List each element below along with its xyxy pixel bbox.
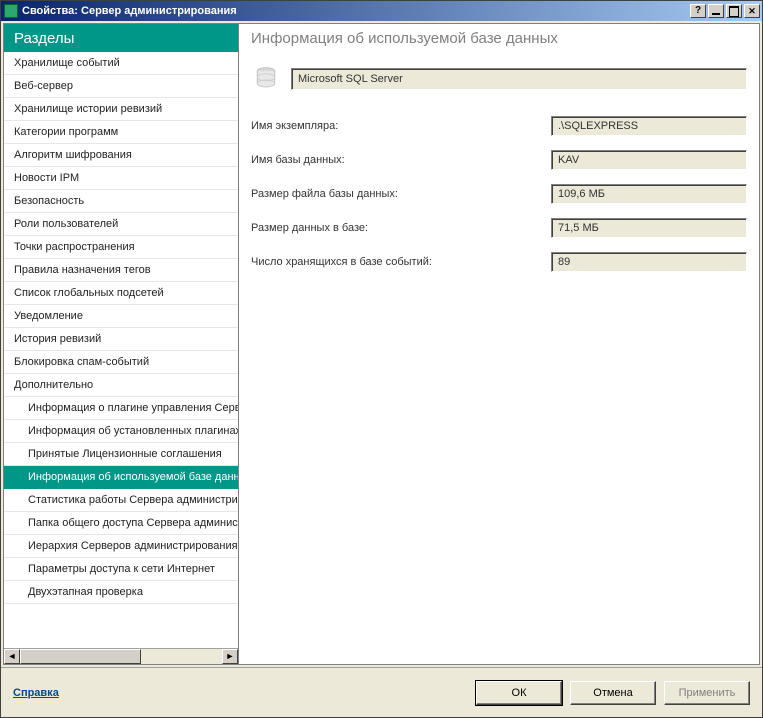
sidebar-item[interactable]: Статистика работы Сервера администрирова…	[4, 489, 238, 512]
ok-button[interactable]: ОК	[476, 681, 562, 705]
sidebar-item[interactable]: Список глобальных подсетей	[4, 282, 238, 305]
properties-window: Свойства: Сервер администрирования Разде…	[0, 0, 763, 718]
sidebar-item[interactable]: Принятые Лицензионные соглашения	[4, 443, 238, 466]
field-label: Размер файла базы данных:	[251, 188, 551, 200]
sidebar-item[interactable]: Безопасность	[4, 190, 238, 213]
apply-button[interactable]: Применить	[664, 681, 750, 705]
sidebar-item[interactable]: Точки распространения	[4, 236, 238, 259]
sidebar-item[interactable]: Уведомление	[4, 305, 238, 328]
field-value: 89	[551, 252, 747, 272]
sidebar-list: Хранилище событийВеб-серверХранилище ист…	[4, 52, 238, 664]
field-row: Размер файла базы данных:109,6 МБ	[251, 184, 747, 204]
field-value: KAV	[551, 150, 747, 170]
sidebar-item[interactable]: История ревизий	[4, 328, 238, 351]
sidebar-item[interactable]: Информация об установленных плагинах упр…	[4, 420, 238, 443]
minimize-button[interactable]	[708, 4, 724, 18]
window-title: Свойства: Сервер администрирования	[22, 5, 690, 17]
main-panel: Информация об используемой базе данных M…	[239, 24, 759, 664]
sidebar-item[interactable]: Информация о плагине управления Сервером	[4, 397, 238, 420]
fields-area: Имя экземпляра:.\SQLEXPRESS Имя базы данн…	[239, 110, 759, 278]
help-link[interactable]: Справка	[13, 687, 59, 699]
body-area: Разделы Хранилище событийВеб-серверХрани…	[3, 23, 760, 665]
sidebar-item[interactable]: Блокировка спам-событий	[4, 351, 238, 374]
sidebar-header: Разделы	[4, 24, 238, 52]
sidebar: Разделы Хранилище событийВеб-серверХрани…	[4, 24, 239, 664]
help-button[interactable]	[690, 4, 706, 18]
sidebar-item[interactable]: Информация об используемой базе данных	[4, 466, 238, 489]
sidebar-item[interactable]: Хранилище событий	[4, 52, 238, 75]
scroll-left-icon[interactable]: ◄	[4, 649, 20, 664]
app-icon	[4, 4, 18, 18]
sidebar-item[interactable]: Веб-сервер	[4, 75, 238, 98]
field-value: 109,6 МБ	[551, 184, 747, 204]
close-button[interactable]	[744, 4, 760, 18]
sidebar-item[interactable]: Иерархия Серверов администрирования	[4, 535, 238, 558]
main-header: Информация об используемой базе данных	[239, 24, 759, 52]
sidebar-item[interactable]: Двухэтапная проверка	[4, 581, 238, 604]
sidebar-hscrollbar[interactable]: ◄ ►	[4, 648, 238, 664]
field-label: Размер данных в базе:	[251, 222, 551, 234]
field-row: Число хранящихся в базе событий:89	[251, 252, 747, 272]
sidebar-item[interactable]: Папка общего доступа Сервера администрир…	[4, 512, 238, 535]
footer: Справка ОК Отмена Применить	[1, 667, 762, 717]
database-icon	[251, 64, 281, 94]
db-type-row: Microsoft SQL Server	[239, 52, 759, 110]
field-row: Имя экземпляра:.\SQLEXPRESS	[251, 116, 747, 136]
sidebar-item[interactable]: Категории программ	[4, 121, 238, 144]
sidebar-item[interactable]: Правила назначения тегов	[4, 259, 238, 282]
scroll-right-icon[interactable]: ►	[222, 649, 238, 664]
field-row: Имя базы данных:KAV	[251, 150, 747, 170]
sidebar-item[interactable]: Алгоритм шифрования	[4, 144, 238, 167]
field-value: 71,5 МБ	[551, 218, 747, 238]
sidebar-items: Хранилище событийВеб-серверХранилище ист…	[4, 52, 238, 648]
sidebar-item[interactable]: Параметры доступа к сети Интернет	[4, 558, 238, 581]
titlebar: Свойства: Сервер администрирования	[1, 1, 762, 21]
field-label: Число хранящихся в базе событий:	[251, 256, 551, 268]
field-label: Имя базы данных:	[251, 154, 551, 166]
sidebar-item[interactable]: Дополнительно	[4, 374, 238, 397]
sidebar-item[interactable]: Новости IPM	[4, 167, 238, 190]
sidebar-item[interactable]: Хранилище истории ревизий	[4, 98, 238, 121]
scroll-thumb[interactable]	[20, 649, 141, 664]
db-type-value: Microsoft SQL Server	[291, 68, 747, 90]
cancel-button[interactable]: Отмена	[570, 681, 656, 705]
field-label: Имя экземпляра:	[251, 120, 551, 132]
window-buttons	[690, 4, 760, 18]
sidebar-item[interactable]: Роли пользователей	[4, 213, 238, 236]
field-row: Размер данных в базе:71,5 МБ	[251, 218, 747, 238]
maximize-button[interactable]	[726, 4, 742, 18]
scroll-track[interactable]	[20, 649, 222, 664]
field-value: .\SQLEXPRESS	[551, 116, 747, 136]
